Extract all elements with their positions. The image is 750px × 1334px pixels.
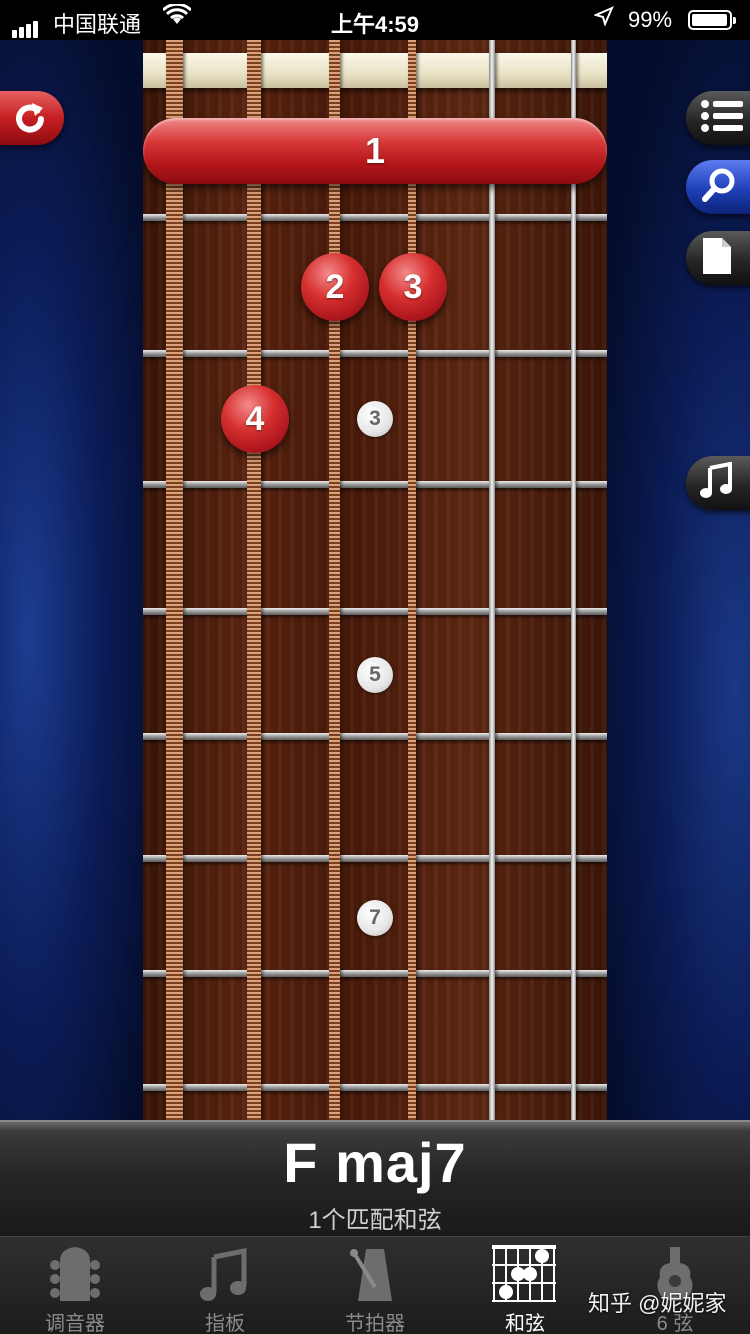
fret-wire — [143, 855, 607, 862]
fret-wire — [143, 970, 607, 977]
refresh-button[interactable] — [0, 91, 64, 145]
fret-inlay-marker: 7 — [357, 900, 393, 936]
music-note-icon — [150, 1243, 300, 1305]
tab-label: 节拍器 — [345, 1313, 405, 1334]
app-screen: 中国联通 上午4:59 99% 3 5 7 1 2 3 4 F maj7 1个匹… — [0, 0, 750, 1334]
status-bar: 中国联通 上午4:59 99% — [0, 0, 750, 40]
string-3 — [408, 40, 416, 1120]
barre-finger-marker[interactable]: 1 — [143, 118, 607, 184]
search-button[interactable] — [686, 160, 750, 214]
battery-percent: 99% — [628, 7, 673, 32]
battery-icon — [688, 10, 736, 30]
fret-wire — [143, 1084, 607, 1091]
music-note-icon — [700, 461, 734, 505]
tab-label: 调音器 — [45, 1313, 105, 1334]
location-arrow-icon — [593, 6, 614, 32]
tab-metronome[interactable]: 节拍器 — [300, 1237, 450, 1334]
finger-marker[interactable]: 2 — [301, 253, 369, 321]
tab-fretboard[interactable]: 指板 — [150, 1237, 300, 1334]
play-sound-button[interactable] — [686, 456, 750, 510]
chord-name: F maj7 — [283, 1131, 467, 1194]
search-icon — [700, 165, 740, 210]
tuner-headstock-icon — [0, 1243, 150, 1305]
watermark: 知乎 @妮妮家 — [588, 1291, 727, 1316]
background-glow-left — [0, 40, 145, 1120]
string-2 — [489, 40, 495, 1120]
document-button[interactable] — [686, 231, 750, 285]
string-4 — [329, 40, 340, 1120]
refresh-icon — [10, 99, 50, 144]
string-6 — [166, 40, 183, 1120]
chord-list-button[interactable] — [686, 91, 750, 145]
tab-label: 指板 — [205, 1313, 245, 1334]
list-icon — [700, 98, 744, 139]
fret-wire — [143, 481, 607, 488]
chord-match-count: 1个匹配和弦 — [308, 1207, 442, 1234]
chord-grid-icon — [450, 1243, 600, 1305]
tab-bar: 调音器 指板 节拍器 和弦 6 弦 — [0, 1236, 750, 1334]
fretboard[interactable]: 3 5 7 1 2 3 4 — [143, 40, 607, 1120]
string-5 — [247, 40, 261, 1120]
fret-wire — [143, 350, 607, 357]
tab-label: 和弦 — [505, 1313, 545, 1334]
finger-marker[interactable]: 4 — [221, 385, 289, 453]
fret-inlay-marker: 5 — [357, 657, 393, 693]
string-1 — [571, 40, 576, 1120]
fret-wire — [143, 214, 607, 221]
metronome-icon — [300, 1243, 450, 1305]
fret-inlay-marker: 3 — [357, 401, 393, 437]
tab-tuner[interactable]: 调音器 — [0, 1237, 150, 1334]
document-icon — [700, 236, 734, 281]
fret-wire — [143, 733, 607, 740]
finger-marker[interactable]: 3 — [379, 253, 447, 321]
chord-info-bar: F maj7 1个匹配和弦 — [0, 1120, 750, 1236]
nut — [143, 53, 607, 88]
tab-chords[interactable]: 和弦 — [450, 1237, 600, 1334]
fret-wire — [143, 608, 607, 615]
